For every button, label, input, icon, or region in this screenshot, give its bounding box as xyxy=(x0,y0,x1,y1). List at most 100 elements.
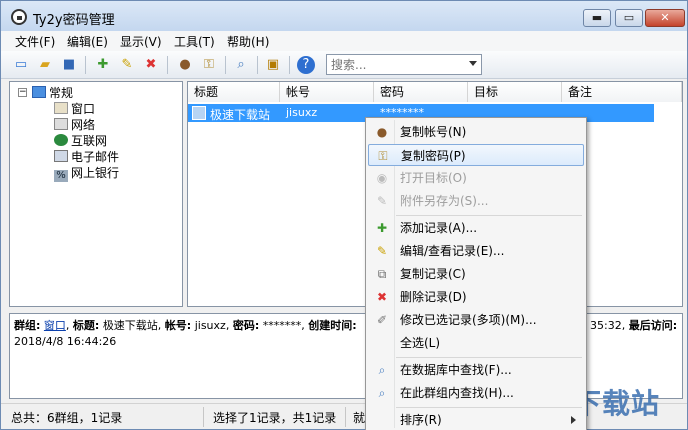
lock-icon[interactable]: ▣ xyxy=(263,55,283,75)
window-icon xyxy=(54,102,68,114)
save-icon[interactable]: ■ xyxy=(59,55,79,75)
tree-item-network[interactable]: 网络 xyxy=(54,116,95,133)
find-group-icon: ⌕ xyxy=(378,386,386,400)
detail-group-link[interactable]: 窗口 xyxy=(44,319,66,332)
detail-created-label: 创建时间: xyxy=(308,319,357,332)
minimize-button[interactable]: ▬ xyxy=(583,9,611,27)
cell-account: jisuxz xyxy=(286,106,318,119)
menu-edit-record[interactable]: ✎ 编辑/查看记录(E)... xyxy=(368,240,584,262)
menu-item-label: 附件另存为(S)... xyxy=(400,194,489,208)
tree-item-window[interactable]: 窗口 xyxy=(54,100,95,117)
tree-item-label: 网络 xyxy=(71,118,96,132)
menu-multi-edit[interactable]: ✐ 修改已选记录(多项)(M)... xyxy=(368,309,584,331)
app-window: Ty2y密码管理 ▬ ▭ ✕ 文件(F) 编辑(E) 显示(V) 工具(T) 帮… xyxy=(0,0,688,430)
add-record-icon[interactable]: ✚ xyxy=(93,55,113,75)
search-input[interactable] xyxy=(331,57,461,72)
menu-separator xyxy=(396,357,582,358)
detail-account-label: 帐号: xyxy=(164,319,192,332)
menu-find-database[interactable]: ⌕ 在数据库中查找(F)... xyxy=(368,359,584,381)
detail-last-access-label: 最后访问: xyxy=(628,319,678,332)
context-menu: ● 复制帐号(N) ⚿ 复制密码(P) ◉ 打开目标(O) ✎ 附件另存为(S)… xyxy=(365,117,587,430)
edit-record-icon[interactable]: ✎ xyxy=(117,55,137,75)
menu-copy-account[interactable]: ● 复制帐号(N) xyxy=(368,121,584,143)
folder-icon xyxy=(32,86,46,98)
menu-delete-record[interactable]: ✖ 删除记录(D) xyxy=(368,286,584,308)
open-folder-icon[interactable]: ▰ xyxy=(35,55,55,75)
menu-item-label: 在数据库中查找(F)... xyxy=(400,363,512,377)
menu-help[interactable]: 帮助(H) xyxy=(227,33,269,50)
menu-bar: 文件(F) 编辑(E) 显示(V) 工具(T) 帮助(H) xyxy=(1,31,687,51)
column-header-note[interactable]: 备注 xyxy=(562,82,682,102)
toolbar-separator xyxy=(85,56,86,74)
title-bar[interactable]: Ty2y密码管理 ▬ ▭ ✕ xyxy=(1,1,687,31)
menu-select-all[interactable]: 全选(L) xyxy=(368,332,584,354)
menu-item-label: 修改已选记录(多项)(M)... xyxy=(400,313,537,327)
menu-item-label: 打开目标(O) xyxy=(400,171,467,185)
chevron-down-icon[interactable] xyxy=(469,61,477,66)
column-header-password[interactable]: 密码 xyxy=(374,82,468,102)
menu-find-group[interactable]: ⌕ 在此群组内查找(H)... xyxy=(368,382,584,404)
menu-add-record[interactable]: ✚ 添加记录(A)... xyxy=(368,217,584,239)
app-lock-icon xyxy=(11,9,27,25)
tree-item-label: 网上银行 xyxy=(71,166,120,180)
globe-icon: ◉ xyxy=(376,171,388,185)
detail-group-label: 群组: xyxy=(14,319,41,332)
edit-record-icon: ✎ xyxy=(376,244,388,258)
menu-view[interactable]: 显示(V) xyxy=(120,33,162,50)
record-key-icon xyxy=(192,106,206,120)
network-icon xyxy=(54,118,68,130)
maximize-button[interactable]: ▭ xyxy=(615,9,643,27)
detail-password-value: *******, xyxy=(262,319,305,332)
menu-separator xyxy=(396,407,582,408)
status-separator xyxy=(203,407,204,427)
menu-save-attachment[interactable]: ✎ 附件另存为(S)... xyxy=(368,190,584,212)
add-record-icon: ✚ xyxy=(376,221,388,235)
user-icon: ● xyxy=(376,125,388,139)
menu-item-label: 编辑/查看记录(E)... xyxy=(400,244,505,258)
window-title: Ty2y密码管理 xyxy=(33,13,115,28)
column-header-title[interactable]: 标题 xyxy=(188,82,280,102)
new-file-icon[interactable]: ▭ xyxy=(11,55,31,75)
menu-item-label: 删除记录(D) xyxy=(400,290,467,304)
tree-item-internet[interactable]: 互联网 xyxy=(54,132,107,149)
delete-record-icon[interactable]: ✖ xyxy=(141,55,161,75)
menu-tools[interactable]: 工具(T) xyxy=(174,33,215,50)
user-icon[interactable]: ● xyxy=(175,55,195,75)
toolbar-separator xyxy=(225,56,226,74)
close-button[interactable]: ✕ xyxy=(645,9,685,27)
menu-item-label: 复制记录(C) xyxy=(400,267,466,281)
attachment-icon: ✎ xyxy=(376,194,388,208)
menu-open-target[interactable]: ◉ 打开目标(O) xyxy=(368,167,584,189)
group-tree[interactable]: − 常规 窗口 网络 互联网 电子邮件 % 网上银行 xyxy=(9,81,183,307)
key-icon[interactable]: ⚿ xyxy=(199,55,219,75)
column-header-account[interactable]: 帐号 xyxy=(280,82,374,102)
submenu-arrow-icon xyxy=(571,416,576,424)
find-icon: ⌕ xyxy=(378,363,386,377)
search-box[interactable] xyxy=(326,54,482,75)
menu-edit[interactable]: 编辑(E) xyxy=(67,33,108,50)
column-header-target[interactable]: 目标 xyxy=(468,82,562,102)
find-icon[interactable]: ⌕ xyxy=(231,55,251,75)
status-separator xyxy=(345,407,346,427)
menu-separator xyxy=(396,215,582,216)
menu-copy-password[interactable]: ⚿ 复制密码(P) xyxy=(368,144,584,166)
detail-account-value: jisuxz, xyxy=(194,319,230,332)
status-selection: 选择了1记录，共1记录 xyxy=(213,411,337,425)
status-summary: 总共：6群组，1记录 xyxy=(11,411,123,425)
menu-item-label: 全选(L) xyxy=(400,336,441,350)
menu-item-label: 复制密码(P) xyxy=(401,149,466,163)
menu-copy-record[interactable]: ⧉ 复制记录(C) xyxy=(368,263,584,285)
menu-file[interactable]: 文件(F) xyxy=(15,33,55,50)
tree-root-item[interactable]: 常规 xyxy=(32,84,73,101)
tree-item-email[interactable]: 电子邮件 xyxy=(54,148,119,165)
tree-item-label: 互联网 xyxy=(71,134,108,148)
tree-item-banking[interactable]: % 网上银行 xyxy=(54,164,119,182)
help-icon[interactable]: ? xyxy=(297,56,315,74)
globe-icon xyxy=(54,134,68,146)
menu-item-label: 添加记录(A)... xyxy=(400,221,478,235)
delete-record-icon: ✖ xyxy=(376,290,388,304)
menu-item-label: 排序(R) xyxy=(400,413,442,427)
tree-collapse-toggle[interactable]: − xyxy=(18,88,27,97)
detail-right-fragment: 35:32, 最后访问: xyxy=(590,318,677,334)
menu-sort[interactable]: 排序(R) xyxy=(368,409,584,430)
